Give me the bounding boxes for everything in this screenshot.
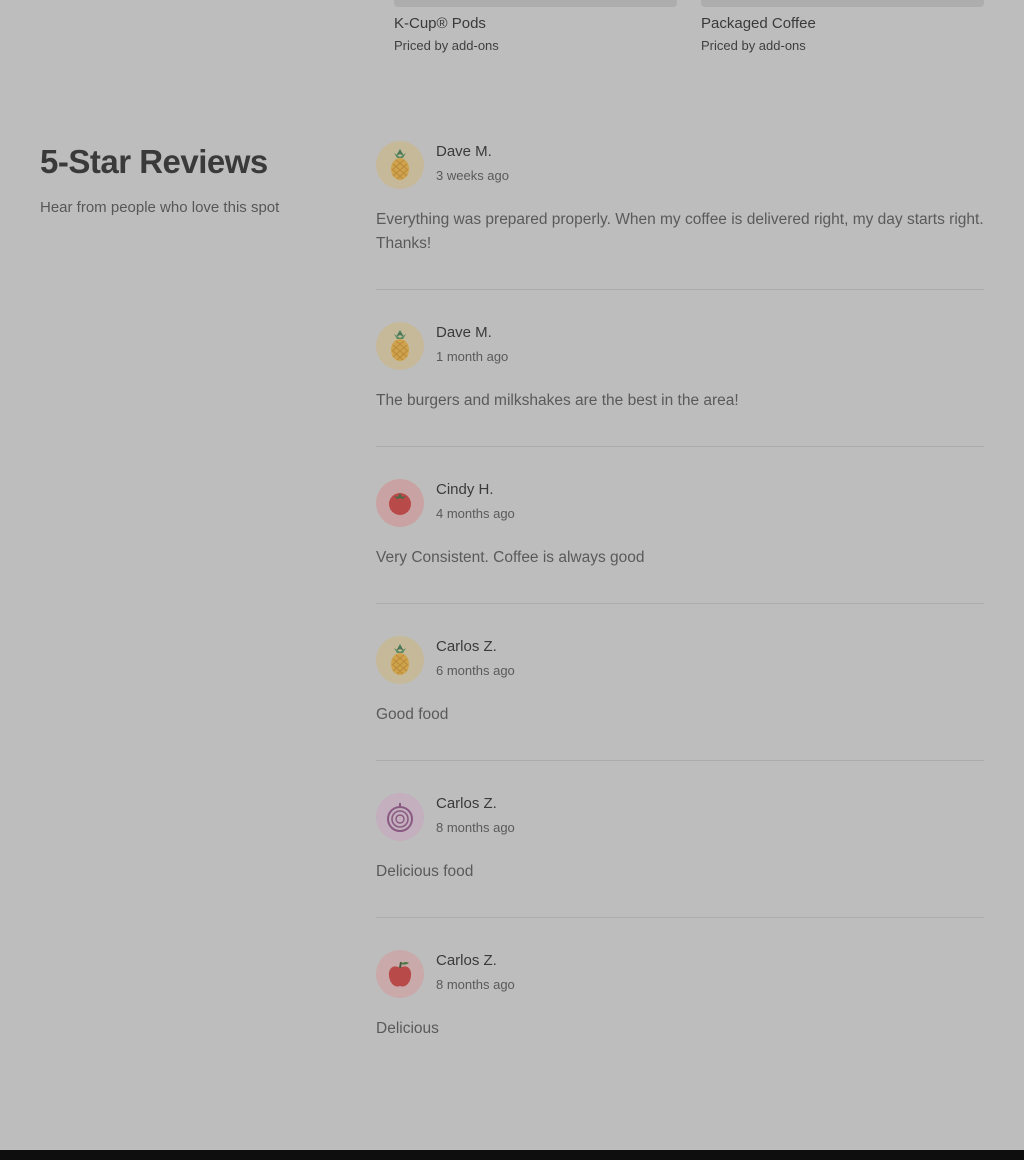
product-carousel: K-Cup® Pods Priced by add-ons Packaged C… [394,0,984,60]
pineapple-icon [391,644,409,675]
review-text: The burgers and milkshakes are the best … [376,392,739,409]
tomato-icon [389,493,411,515]
avatar [376,322,424,370]
review-date: 1 month ago [436,349,509,364]
review-item: Dave M. 1 month ago The burgers and milk… [376,290,984,447]
avatar [376,141,424,189]
reviewer-name: Carlos Z. [436,952,497,969]
product-image [701,0,984,7]
reviews-subtitle: Hear from people who love this spot [40,199,280,216]
review-text: Delicious [376,1020,439,1037]
pineapple-icon [391,330,409,361]
reviewer-name: Carlos Z. [436,638,497,655]
avatar [376,636,424,684]
avatar [376,793,424,841]
review-item: Carlos Z. 8 months ago Delicious food [376,761,984,918]
onion-icon [387,803,413,832]
reviewer-name: Carlos Z. [436,795,497,812]
review-item: Carlos Z. 8 months ago Delicious [376,918,984,1068]
product-card-packaged-coffee[interactable]: Packaged Coffee Priced by add-ons [701,0,984,55]
review-date: 8 months ago [436,820,515,835]
review-text: Good food [376,706,449,723]
review-text: Everything was prepared properly. When m… [376,211,984,252]
review-item: Cindy H. 4 months ago Very Consistent. C… [376,447,984,604]
reviews-title: 5-Star Reviews [40,143,268,180]
reviews-list: Dave M. 3 weeks ago Everything was prepa… [376,140,984,1068]
review-date: 4 months ago [436,506,515,521]
reviewer-name: Dave M. [436,324,492,341]
review-text: Delicious food [376,863,474,880]
reviewer-name: Cindy H. [436,481,494,498]
footer [0,1150,1024,1160]
product-card-kcup[interactable]: K-Cup® Pods Priced by add-ons [394,0,677,55]
avatar [376,950,424,998]
review-date: 8 months ago [436,977,515,992]
review-date: 6 months ago [436,663,515,678]
product-image [394,0,677,7]
product-name: K-Cup® Pods [394,15,486,32]
product-price-note: Priced by add-ons [701,38,806,53]
review-date: 3 weeks ago [436,168,509,183]
product-price-note: Priced by add-ons [394,38,499,53]
reviewer-name: Dave M. [436,143,492,160]
pineapple-icon [391,149,409,180]
product-name: Packaged Coffee [701,15,816,32]
avatar [376,479,424,527]
review-item: Dave M. 3 weeks ago Everything was prepa… [376,140,984,290]
review-item: Carlos Z. 6 months ago Good food [376,604,984,761]
review-text: Very Consistent. Coffee is always good [376,549,645,566]
apple-icon [388,961,412,987]
